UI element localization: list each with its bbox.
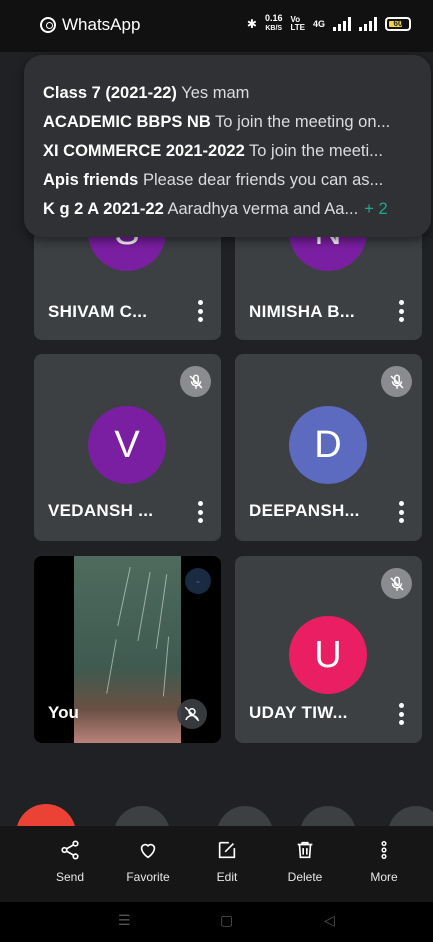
notification-message[interactable]: Apis friends Please dear friends you can… — [43, 166, 413, 195]
self-video-tile[interactable]: - You — [34, 556, 221, 743]
more-options-icon[interactable] — [398, 703, 404, 725]
favorite-button[interactable]: Favorite — [113, 838, 183, 884]
system-navigation-bar: ☰ ▢ ◁ — [0, 902, 433, 942]
participant-tile[interactable]: U UDAY TIW... — [235, 556, 422, 743]
home-icon[interactable]: ▢ — [220, 912, 233, 929]
chat-name: ACADEMIC BBPS NB — [43, 113, 211, 131]
more-options-icon[interactable] — [398, 501, 404, 523]
chat-name: Class 7 (2021-22) — [43, 84, 177, 102]
avatar-initial: V — [114, 423, 140, 466]
self-indicator: - — [185, 568, 211, 594]
volte-icon: Vo LTE — [290, 14, 305, 32]
recents-icon[interactable]: ☰ — [118, 912, 131, 929]
participant-name: VEDANSH ... — [48, 501, 154, 520]
status-right: ✱ 0.16 KB/S Vo LTE 4G 60 — [247, 14, 411, 33]
more-options-icon[interactable] — [197, 300, 203, 322]
participant-name: SHIVAM C... — [48, 302, 148, 321]
notification-message[interactable]: XI COMMERCE 2021-2022 To join the meeti.… — [43, 137, 413, 166]
camera-off-icon[interactable] — [177, 699, 207, 729]
participant-avatar: U — [289, 616, 367, 694]
whatsapp-icon — [40, 17, 56, 33]
notifying-app-name: WhatsApp — [62, 15, 141, 34]
mic-off-icon — [381, 366, 412, 397]
notification-card[interactable]: Class 7 (2021-22) Yes mam ACADEMIC BBPS … — [24, 55, 431, 237]
chat-name: K g 2 A 2021-22 — [43, 200, 164, 218]
participant-name: DEEPANSH... — [249, 501, 360, 520]
message-preview: To join the meeting on... — [210, 113, 391, 131]
back-icon[interactable]: ◁ — [324, 912, 335, 929]
more-label: More — [370, 870, 398, 884]
participant-avatar: D — [289, 406, 367, 484]
participant-name: UDAY TIW... — [249, 703, 348, 722]
status-left: WhatsApp — [40, 15, 140, 35]
network-type: 4G — [312, 18, 325, 29]
edit-button[interactable]: Edit — [192, 838, 262, 884]
more-messages-count: + 2 — [364, 200, 388, 218]
participant-name: NIMISHA B... — [249, 302, 355, 321]
status-bar: WhatsApp ✱ 0.16 KB/S Vo LTE 4G 60 — [0, 0, 433, 52]
send-button[interactable]: Send — [35, 838, 105, 884]
trash-icon — [270, 838, 340, 862]
mic-off-icon — [180, 366, 211, 397]
screenshot-action-bar: Send Favorite Edit Delete More — [0, 826, 433, 902]
avatar-initial: D — [314, 423, 342, 466]
more-options-icon[interactable] — [197, 501, 203, 523]
bluetooth-icon: ✱ — [246, 16, 257, 31]
notification-message[interactable]: Class 7 (2021-22) Yes mam — [43, 79, 413, 108]
delete-label: Delete — [287, 870, 323, 884]
more-button[interactable]: More — [349, 838, 419, 884]
delete-button[interactable]: Delete — [270, 838, 340, 884]
signal-strength-icon — [333, 16, 351, 31]
send-label: Send — [55, 870, 85, 884]
network-speed-value: 0.16 — [264, 13, 283, 23]
favorite-label: Favorite — [126, 870, 170, 884]
camera-preview — [74, 556, 181, 743]
message-preview: Please dear friends you can as... — [138, 171, 384, 189]
participant-tile[interactable]: D DEEPANSH... — [235, 354, 422, 541]
more-vertical-icon — [349, 838, 419, 862]
share-icon — [35, 838, 105, 862]
participant-tile[interactable]: V VEDANSH ... — [34, 354, 221, 541]
battery-icon: 60 — [385, 16, 411, 31]
battery-level: 60 — [393, 19, 403, 28]
notification-message[interactable]: K g 2 A 2021-22 Aaradhya verma and Aa...… — [43, 195, 413, 224]
self-label: You — [48, 703, 79, 722]
signal-strength-2-icon — [359, 16, 377, 31]
network-speed: 0.16 KB/S — [265, 14, 283, 33]
chat-name: XI COMMERCE 2021-2022 — [43, 142, 245, 160]
message-preview: To join the meeti... — [244, 142, 383, 160]
message-preview: Aaradhya verma and Aa... — [163, 200, 359, 218]
mic-off-icon — [381, 568, 412, 599]
notification-message[interactable]: ACADEMIC BBPS NB To join the meeting on.… — [43, 108, 413, 137]
participant-avatar: V — [88, 406, 166, 484]
edit-label: Edit — [216, 870, 238, 884]
network-speed-unit: KB/S — [265, 25, 283, 32]
heart-icon — [113, 838, 183, 862]
edit-icon — [192, 838, 262, 862]
avatar-initial: U — [314, 633, 342, 676]
more-options-icon[interactable] — [398, 300, 404, 322]
chat-name: Apis friends — [43, 171, 139, 189]
message-preview: Yes mam — [176, 84, 250, 102]
